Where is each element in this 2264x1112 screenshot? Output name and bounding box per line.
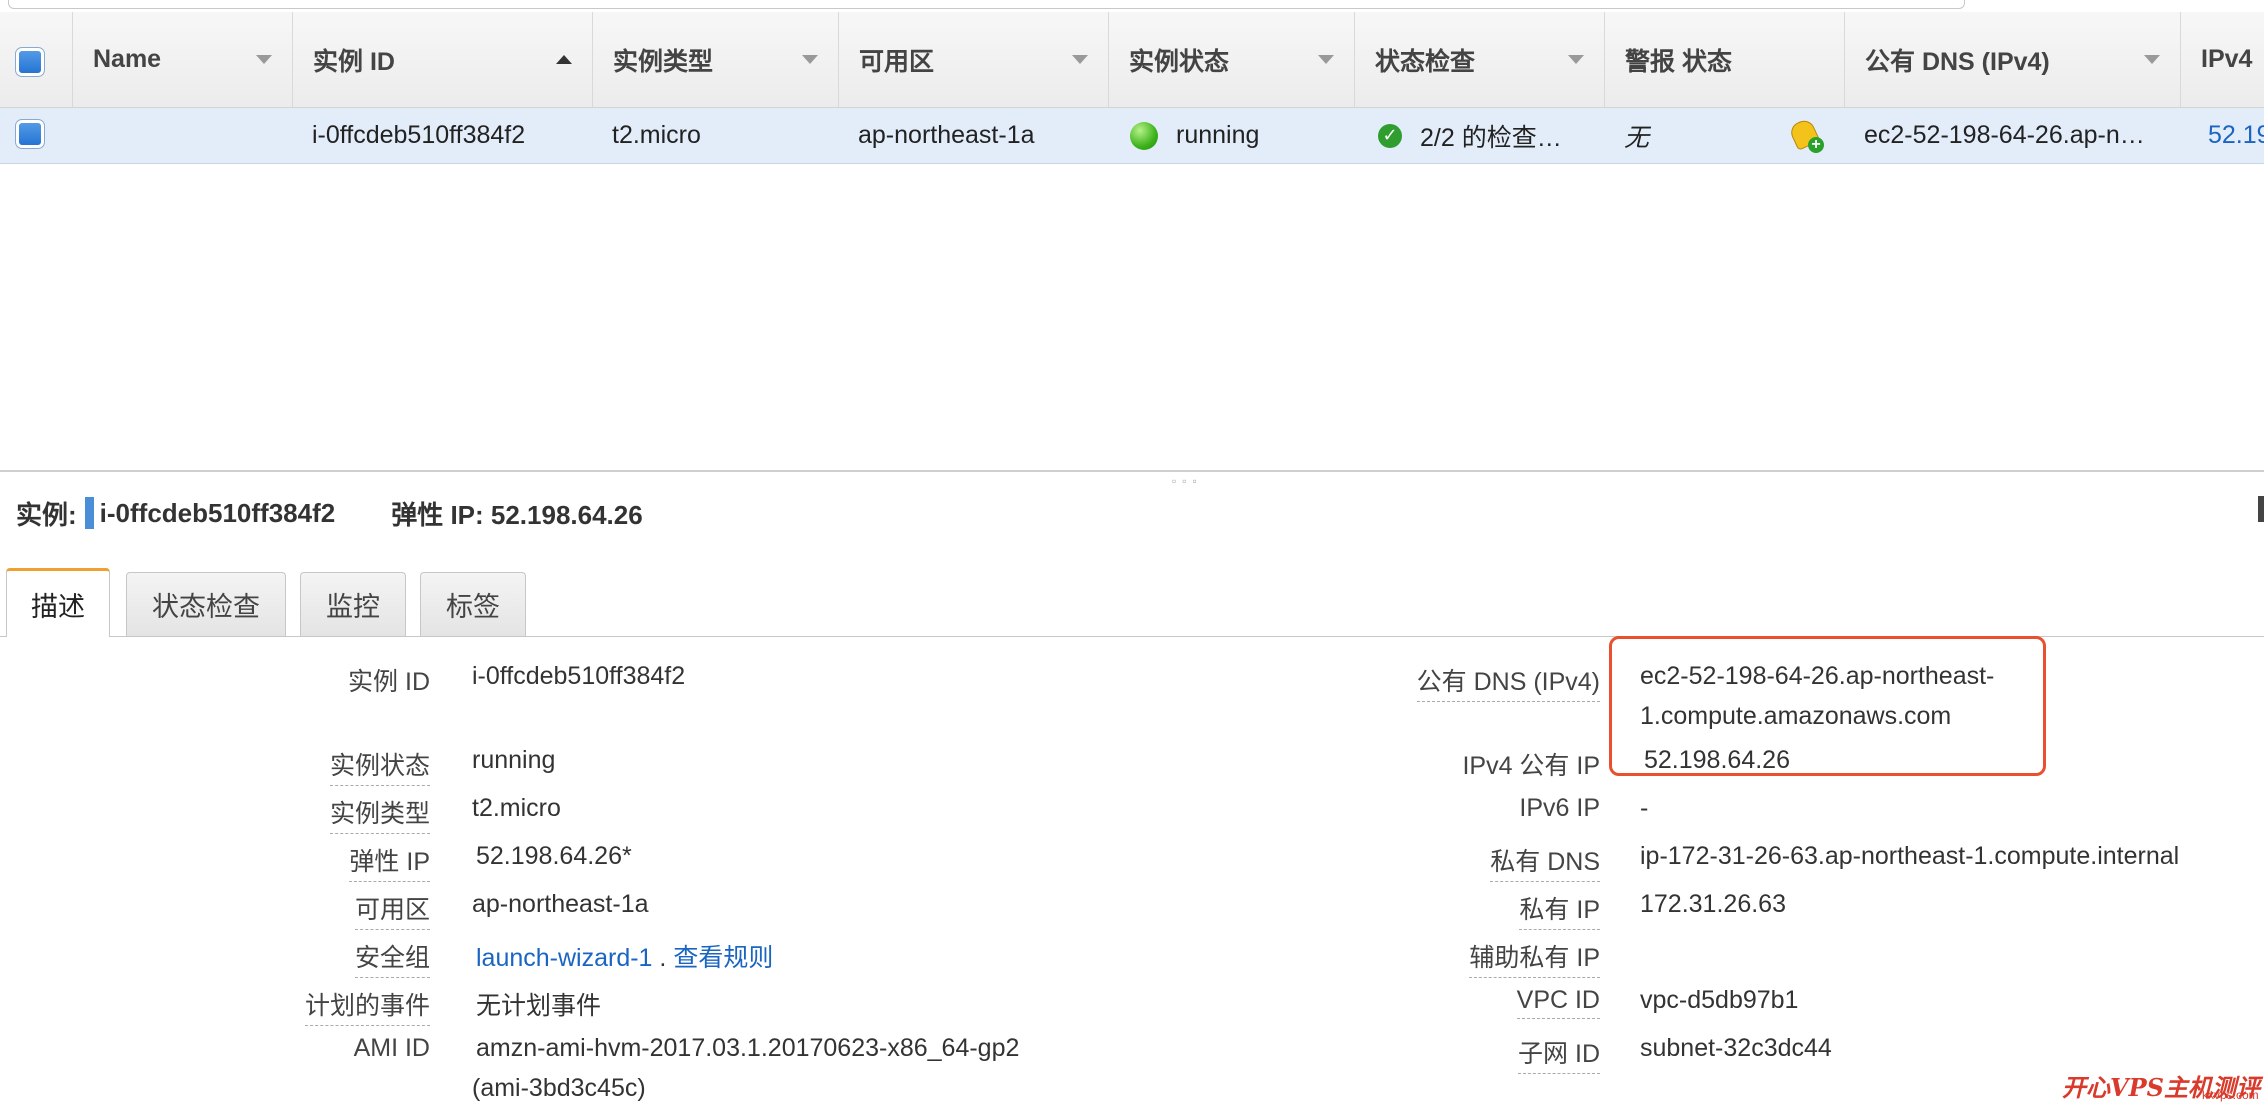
cell-public-dns: ec2-52-198-64-26.ap-n… [1864, 108, 2145, 163]
running-status-icon [1130, 122, 1158, 150]
watermark-url: kxvps.com [2202, 1088, 2259, 1102]
cell-instance-type: t2.micro [612, 108, 701, 163]
label-instance-id: 实例 ID [348, 662, 430, 701]
value-security-group: launch-wizard-1 . 查看规则 [476, 938, 773, 974]
sort-ascending-icon[interactable] [556, 55, 572, 64]
link-ami-id-suffix[interactable]: (ami-3bd3c45c) [472, 1074, 646, 1103]
table-row[interactable]: i-0ffcdeb510ff384f2 t2.micro ap-northeas… [0, 108, 2264, 164]
label-elastic-ip: 弹性 IP [349, 842, 430, 882]
label-instance-type: 实例类型 [330, 794, 430, 834]
cell-ipv4[interactable]: 52.19 [2208, 108, 2264, 163]
panel-control[interactable] [2258, 496, 2264, 522]
value-availability-zone: ap-northeast-1a [472, 890, 649, 919]
panel-splitter[interactable] [0, 470, 2264, 472]
check-passed-icon: ✓ [1378, 124, 1402, 148]
label-private-ip: 私有 IP [1519, 890, 1600, 930]
sort-arrow-icon[interactable] [1072, 55, 1088, 64]
link-elastic-ip[interactable]: 52.198.64.26* [476, 842, 632, 871]
column-availability-zone[interactable]: 可用区 [838, 12, 1108, 107]
label-instance-state: 实例状态 [330, 746, 430, 786]
cell-instance-id: i-0ffcdeb510ff384f2 [312, 108, 525, 163]
label-ipv6-ip: IPv6 IP [1519, 794, 1600, 826]
column-public-dns[interactable]: 公有 DNS (IPv4) [1844, 12, 2180, 107]
search-bar[interactable] [8, 0, 1965, 9]
cell-alarm-action[interactable]: + [1790, 108, 1824, 163]
sort-arrow-icon[interactable] [1568, 55, 1584, 64]
detail-tabs: 描述 状态检查 监控 标签 [0, 568, 2264, 637]
sort-arrow-icon[interactable] [256, 55, 272, 64]
label-security-group: 安全组 [355, 938, 430, 978]
column-instance-type[interactable]: 实例类型 [592, 12, 838, 107]
label-public-dns: 公有 DNS (IPv4) [1417, 662, 1600, 702]
label-ami-id: AMI ID [354, 1034, 430, 1066]
sort-arrow-icon[interactable] [802, 55, 818, 64]
cell-state: running [1130, 108, 1259, 163]
column-ipv4[interactable]: IPv4 [2180, 12, 2264, 107]
cell-alarm: 无 [1624, 108, 1649, 163]
column-alarm-status[interactable]: 警报 状态 [1604, 12, 1844, 107]
value-subnet-id: subnet-32c3dc44 [1640, 1034, 1832, 1063]
label-scheduled-events: 计划的事件 [305, 986, 430, 1026]
row-checkbox[interactable] [16, 120, 44, 148]
tab-tags[interactable]: 标签 [420, 572, 526, 636]
column-status-check[interactable]: 状态检查 [1354, 12, 1604, 107]
link-scheduled-events[interactable]: 无计划事件 [476, 986, 601, 1022]
value-private-dns: ip-172-31-26-63.ap-northeast-1.compute.i… [1640, 842, 2179, 871]
highlight-annotation [1609, 636, 2046, 776]
column-instance-state[interactable]: 实例状态 [1108, 12, 1354, 107]
sort-arrow-icon[interactable] [1318, 55, 1334, 64]
label-ipv4-public-ip: IPv4 公有 IP [1462, 746, 1600, 785]
label-secondary-private-ip: 辅助私有 IP [1469, 938, 1600, 978]
sort-arrow-icon[interactable] [2144, 55, 2160, 64]
value-instance-type: t2.micro [472, 794, 561, 823]
label-availability-zone: 可用区 [355, 890, 430, 930]
value-private-ip: 172.31.26.63 [1640, 890, 1786, 919]
tab-description[interactable]: 描述 [6, 568, 110, 637]
cell-status-check: ✓ 2/2 的检查… [1378, 108, 1562, 163]
label-private-dns: 私有 DNS [1490, 842, 1600, 882]
detail-header: 实例: i-0ffcdeb510ff384f2 弹性 IP: 52.198.64… [16, 493, 643, 533]
tab-status-checks[interactable]: 状态检查 [126, 572, 286, 636]
cell-zone: ap-northeast-1a [858, 108, 1035, 163]
label-subnet-id: 子网 ID [1518, 1034, 1600, 1074]
column-name[interactable]: Name [72, 12, 292, 107]
link-ami-id[interactable]: amzn-ami-hvm-2017.03.1.20170623-x86_64-g… [476, 1034, 1019, 1063]
value-vpc-id: vpc-d5db97b1 [1640, 986, 1798, 1015]
column-instance-id[interactable]: 实例 ID [292, 12, 592, 107]
value-instance-id: i-0ffcdeb510ff384f2 [472, 662, 685, 691]
value-ipv6-ip: - [1640, 794, 1648, 823]
splitter-grip-icon[interactable]: ▫▫▫ [1172, 474, 1203, 488]
link-view-rules[interactable]: 查看规则 [673, 944, 773, 972]
select-all-checkbox[interactable] [16, 48, 44, 76]
link-security-group[interactable]: launch-wizard-1 [476, 944, 652, 972]
tab-monitoring[interactable]: 监控 [300, 572, 406, 636]
create-alarm-icon[interactable]: + [1790, 119, 1824, 153]
label-vpc-id: VPC ID [1517, 986, 1600, 1019]
instance-grid-header: Name 实例 ID 实例类型 可用区 实例状态 状态检查 警报 状态 公有 D… [0, 12, 2264, 108]
instance-marker [85, 497, 94, 529]
value-instance-state: running [472, 746, 555, 775]
